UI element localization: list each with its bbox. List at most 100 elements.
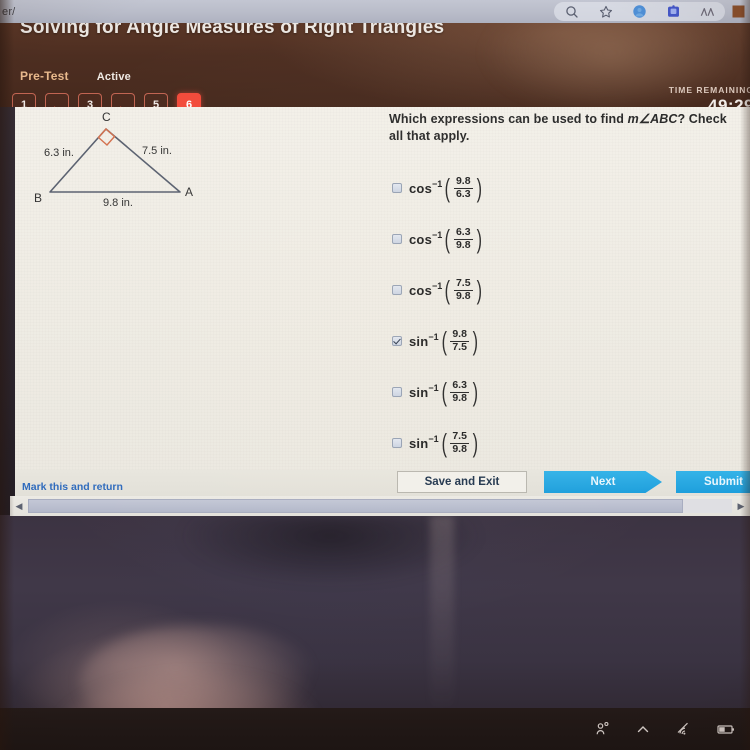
option-expression-1: cos −1 ( 9.8 6.3 ) (409, 173, 482, 203)
timer-value: 49:29 (708, 96, 750, 107)
option-row[interactable]: cos −1 ( 7.5 9.8 ) (389, 265, 734, 316)
timer: TIME REMAINING 49:29 (669, 85, 750, 107)
option-numerator-1: 9.8 (455, 175, 471, 188)
option-denominator-4: 7.5 (450, 340, 469, 353)
photo-of-screen: er/ Solving for Angle Measures of Right … (0, 0, 750, 750)
question-column: Which expressions can be used to find m∠… (389, 111, 734, 469)
option-exponent-6: −1 (428, 434, 439, 444)
option-row[interactable]: sin −1 ( 9.8 7.5 ) (389, 316, 734, 367)
triangle-svg (49, 128, 181, 193)
square-tile-icon[interactable] (731, 4, 746, 19)
option-fraction-5: 6.3 9.8 (450, 380, 469, 403)
option-denominator-2: 9.8 (453, 238, 473, 251)
nav-item-3[interactable]: 3 (78, 93, 102, 107)
option-fraction-1: 9.8 6.3 (453, 175, 473, 200)
next-button[interactable]: Next (544, 471, 662, 493)
address-bar-text[interactable]: er/ (0, 6, 15, 18)
chevron-up-icon[interactable] (635, 721, 651, 737)
bookmark-star-icon[interactable] (598, 4, 613, 19)
side-label-bc: 6.3 in. (44, 147, 74, 159)
quiz-content-panel: C B A 6.3 in. 7.5 in. 9.8 in. Which expr… (15, 107, 750, 470)
people-share-icon[interactable] (595, 721, 611, 737)
brand-monogram-icon[interactable] (700, 4, 715, 19)
option-row[interactable]: cos −1 ( 9.8 6.3 ) (389, 163, 734, 214)
nav-item-6-current[interactable]: 6 (177, 93, 201, 107)
option-row[interactable]: sin −1 ( 6.3 9.8 ) (389, 367, 734, 418)
option-expression-6: sin −1 ( 7.5 9.8 ) (409, 428, 478, 458)
nav-item-arrow-1[interactable]: ← (45, 93, 69, 107)
extensions-puzzle-icon[interactable] (666, 4, 681, 19)
quiz-footer: Mark this and return Save and Exit Next … (15, 470, 750, 498)
option-fraction-3: 7.5 9.8 (453, 277, 473, 302)
side-label-ca: 7.5 in. (142, 145, 172, 157)
option-exponent-3: −1 (432, 281, 443, 291)
scroll-left-arrow-icon[interactable]: ◀ (10, 496, 28, 516)
answer-options: cos −1 ( 9.8 6.3 ) cos −1 (6.3 9.8) co… (389, 163, 734, 469)
option-checkbox-3[interactable] (392, 285, 402, 295)
option-fn-6: sin (409, 435, 429, 451)
toolbar-extra-icons (731, 4, 750, 19)
option-fn-2: cos (409, 231, 433, 247)
wifi-icon[interactable] (675, 721, 692, 737)
page-title: Solving for Angle Measures of Right Tria… (20, 23, 445, 38)
windows-taskbar (0, 708, 750, 750)
omnibox-actions (554, 2, 725, 21)
scrollbar-track[interactable] (28, 499, 732, 513)
submit-button[interactable]: Submit (676, 471, 750, 493)
question-nav: 1 ← 3 ← 5 6 (12, 93, 201, 107)
option-numerator-3: 7.5 (455, 277, 471, 290)
prompt-math: m∠ABC (627, 112, 678, 126)
timer-label: TIME REMAINING (668, 85, 750, 95)
nav-item-5[interactable]: 5 (144, 93, 168, 107)
option-fn-4: sin (409, 333, 429, 349)
option-exponent-2: −1 (432, 230, 443, 240)
vertex-label-B: B (34, 191, 43, 205)
option-fraction-4: 9.8 7.5 (450, 329, 469, 352)
assignment-meta: Pre-Test Active (20, 69, 131, 83)
option-fn-1: cos (409, 180, 433, 196)
battery-icon[interactable] (716, 721, 736, 737)
assignment-type-label: Pre-Test (20, 69, 69, 83)
vertex-label-A: A (185, 185, 194, 199)
save-and-exit-button[interactable]: Save and Exit (397, 471, 527, 493)
option-checkbox-6[interactable] (392, 438, 402, 448)
profile-avatar-icon[interactable] (632, 4, 647, 19)
course-header: Solving for Angle Measures of Right Tria… (0, 23, 750, 107)
option-numerator-2: 6.3 (455, 226, 471, 239)
option-row[interactable]: sin −1 ( 7.5 9.8 ) (389, 418, 734, 469)
option-numerator-5: 6.3 (452, 379, 467, 392)
option-denominator-1: 6.3 (453, 187, 473, 200)
browser-toolbar: er/ (0, 0, 750, 23)
option-expression-5: sin −1 ( 6.3 9.8 ) (409, 377, 478, 407)
option-checkbox-2[interactable] (392, 234, 402, 244)
option-numerator-4: 9.8 (452, 328, 467, 341)
option-exponent-4: −1 (428, 332, 439, 342)
scroll-right-arrow-icon[interactable]: ▶ (732, 496, 750, 516)
option-fn-3: cos (409, 282, 433, 298)
nav-item-1[interactable]: 1 (12, 93, 36, 107)
option-checkbox-4[interactable] (392, 336, 402, 346)
option-row[interactable]: cos −1 ( 6.3 9.8 ) (389, 214, 734, 265)
prompt-text-1: Which expressions can be used to find (389, 112, 628, 126)
mark-and-return-link[interactable]: Mark this and return (22, 481, 123, 493)
option-expression-4: sin −1 ( 9.8 7.5 ) (409, 326, 478, 356)
option-expression-3: cos −1 ( 7.5 9.8 ) (409, 275, 482, 305)
assignment-status-label: Active (96, 71, 131, 83)
horizontal-scrollbar[interactable]: ◀ ▶ (10, 496, 750, 516)
nav-item-arrow-2[interactable]: ← (111, 93, 135, 107)
option-fn-5: sin (409, 384, 429, 400)
vertex-label-C: C (102, 110, 111, 124)
option-exponent-5: −1 (428, 383, 439, 393)
option-checkbox-5[interactable] (392, 387, 402, 397)
search-icon[interactable] (564, 4, 579, 19)
option-numerator-6: 7.5 (452, 430, 467, 443)
option-denominator-3: 9.8 (453, 289, 473, 302)
option-denominator-6: 9.8 (450, 442, 469, 455)
reflection-sheen (430, 515, 454, 715)
scrollbar-thumb[interactable] (28, 499, 683, 513)
option-exponent-1: −1 (432, 179, 443, 189)
option-fraction-2: 6.3 9.8 (453, 226, 473, 251)
option-checkbox-1[interactable] (392, 183, 402, 193)
option-expression-2: cos −1 ( 6.3 9.8 ) (409, 224, 482, 254)
option-fraction-6: 7.5 9.8 (450, 431, 469, 454)
